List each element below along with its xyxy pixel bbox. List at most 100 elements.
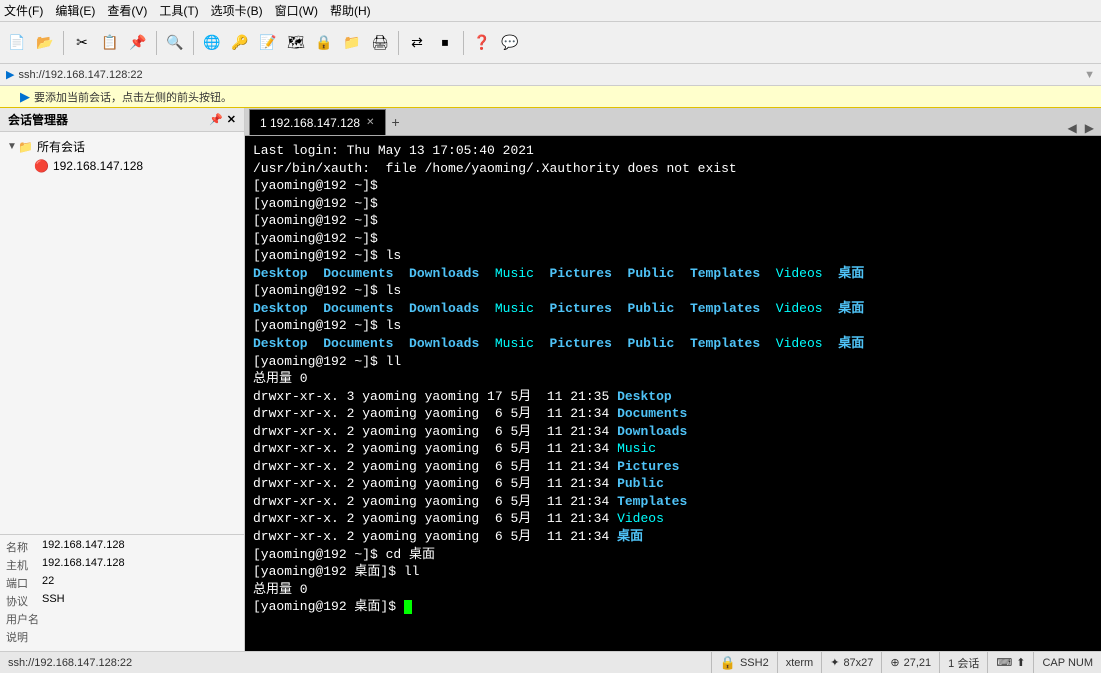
tab-label: 1 192.168.147.128 — [260, 116, 360, 130]
prop-name: 名称 192.168.147.128 — [6, 539, 238, 555]
menu-help[interactable]: 帮助(H) — [330, 2, 371, 19]
file-btn[interactable]: 📁 — [339, 30, 365, 56]
sidebar-pin-icon[interactable]: 📌 — [209, 113, 223, 126]
main-area: 会话管理器 📌 ✕ ▼ 📁 所有会话 🔴 192.168.147.128 名称 … — [0, 108, 1101, 651]
status-addr: ssh://192.168.147.128:22 — [0, 657, 711, 669]
tree-child-label: 192.168.147.128 — [53, 159, 143, 173]
tab-nav: ◀ ▶ — [1065, 121, 1101, 135]
term-ls1: Desktop Documents Downloads Music Pictur… — [253, 265, 1093, 283]
tree-root[interactable]: ▼ 📁 所有会话 — [2, 136, 242, 157]
prop-host-value: 192.168.147.128 — [42, 557, 125, 573]
new-btn[interactable]: 📄 — [4, 30, 30, 56]
tab-add-btn[interactable]: + — [386, 109, 406, 135]
status-keys: ⌨ ⬆ — [987, 652, 1033, 673]
term-line-6: [yaoming@192 ~]$ — [253, 230, 1093, 248]
sep1 — [63, 31, 64, 55]
cols-label: ✦ — [830, 656, 839, 669]
toolbar: 📄 📂 ✂ 📋 📌 🔍 🌐 🔑 📝 🗺 🔒 📁 🖨 ⇄ ⏹ ❓ 💬 — [0, 22, 1101, 64]
prop-name-value: 192.168.147.128 — [42, 539, 125, 555]
term-line-7: [yaoming@192 ~]$ ls — [253, 247, 1093, 265]
sidebar: 会话管理器 📌 ✕ ▼ 📁 所有会话 🔴 192.168.147.128 名称 … — [0, 108, 245, 651]
tab-nav-left[interactable]: ◀ — [1065, 121, 1080, 135]
terminal[interactable]: Last login: Thu May 13 17:05:40 2021 /us… — [245, 136, 1101, 651]
chat-btn[interactable]: 💬 — [497, 30, 523, 56]
script-btn[interactable]: 📝 — [255, 30, 281, 56]
sep3 — [193, 31, 194, 55]
cut-btn[interactable]: ✂ — [69, 30, 95, 56]
term-line-1: Last login: Thu May 13 17:05:40 2021 — [253, 142, 1093, 160]
session-tree: ▼ 📁 所有会话 🔴 192.168.147.128 — [0, 132, 244, 534]
tab-close-btn[interactable]: ✕ — [366, 117, 374, 128]
print-btn[interactable]: 🖨 — [367, 30, 393, 56]
term-line-2: /usr/bin/xauth: file /home/yaoming/.Xaut… — [253, 160, 1093, 178]
address-icon: ▶ — [6, 68, 14, 81]
menubar: 文件(F) 编辑(E) 查看(V) 工具(T) 选项卡(B) 窗口(W) 帮助(… — [0, 0, 1101, 22]
tree-session-item[interactable]: 🔴 192.168.147.128 — [2, 157, 242, 175]
term-ll2-prompt: [yaoming@192 桌面]$ ll — [253, 563, 1093, 581]
cap-value: CAP NUM — [1042, 657, 1093, 669]
term-ll-4: drwxr-xr-x. 2 yaoming yaoming 6 5月 11 21… — [253, 440, 1093, 458]
sidebar-header-icons: 📌 ✕ — [209, 113, 236, 126]
paste-btn[interactable]: 📌 — [125, 30, 151, 56]
prop-protocol-value: SSH — [42, 593, 65, 609]
help-btn[interactable]: ❓ — [469, 30, 495, 56]
menu-tabs[interactable]: 选项卡(B) — [211, 2, 263, 19]
sep2 — [156, 31, 157, 55]
term-ls3: Desktop Documents Downloads Music Pictur… — [253, 335, 1093, 353]
address-dropdown[interactable]: ▼ — [1084, 69, 1095, 81]
copy-btn[interactable]: 📋 — [97, 30, 123, 56]
tab-nav-right[interactable]: ▶ — [1082, 121, 1097, 135]
key-btn[interactable]: 🔑 — [227, 30, 253, 56]
term-final: [yaoming@192 桌面]$ — [253, 598, 1093, 616]
stop-btn[interactable]: ⏹ — [432, 30, 458, 56]
session-props: 名称 192.168.147.128 主机 192.168.147.128 端口… — [0, 534, 244, 651]
open-btn[interactable]: 📂 — [32, 30, 58, 56]
map-btn[interactable]: 🗺 — [283, 30, 309, 56]
connect-btn[interactable]: 🌐 — [199, 30, 225, 56]
prop-protocol: 协议 SSH — [6, 593, 238, 609]
sidebar-header: 会话管理器 📌 ✕ — [0, 108, 244, 132]
term-label: xterm — [786, 657, 814, 669]
statusbar: ssh://192.168.147.128:22 🔒 SSH2 xterm ✦ … — [0, 651, 1101, 673]
sidebar-title: 会话管理器 — [8, 111, 68, 128]
term-line-3: [yaoming@192 ~]$ — [253, 177, 1093, 195]
sidebar-close-icon[interactable]: ✕ — [227, 113, 236, 126]
menu-view[interactable]: 查看(V) — [107, 2, 147, 19]
sep5 — [463, 31, 464, 55]
terminal-container: 1 192.168.147.128 ✕ + ◀ ▶ Last login: Th… — [245, 108, 1101, 651]
term-total2: 总用量 0 — [253, 581, 1093, 599]
prop-username-label: 用户名 — [6, 611, 42, 627]
prop-name-label: 名称 — [6, 539, 42, 555]
term-ll-3: drwxr-xr-x. 2 yaoming yaoming 6 5月 11 21… — [253, 423, 1093, 441]
term-ll-6: drwxr-xr-x. 2 yaoming yaoming 6 5月 11 21… — [253, 475, 1093, 493]
prop-desc-label: 说明 — [6, 629, 42, 645]
term-line-9: [yaoming@192 ~]$ ls — [253, 317, 1093, 335]
addressbar: ▶ ssh://192.168.147.128:22 ▼ — [0, 64, 1101, 86]
term-ll-1: drwxr-xr-x. 3 yaoming yaoming 17 5月 11 2… — [253, 388, 1093, 406]
term-ll-8: drwxr-xr-x. 2 yaoming yaoming 6 5月 11 21… — [253, 510, 1093, 528]
tab-bar: 1 192.168.147.128 ✕ + ◀ ▶ — [245, 108, 1101, 136]
menu-tools[interactable]: 工具(T) — [159, 2, 198, 19]
menu-window[interactable]: 窗口(W) — [275, 2, 318, 19]
term-ll-9: drwxr-xr-x. 2 yaoming yaoming 6 5月 11 21… — [253, 528, 1093, 546]
status-sessions: 1 会话 — [939, 652, 987, 673]
sidebar-resize-handle[interactable] — [240, 108, 244, 651]
find-btn[interactable]: 🔍 — [162, 30, 188, 56]
menu-edit[interactable]: 编辑(E) — [55, 2, 95, 19]
tab-add-icon: + — [392, 114, 400, 130]
info-icon: ▶ — [20, 89, 30, 105]
sessions-value: 1 会话 — [948, 655, 979, 671]
infobar-text: 要添加当前会话，点击左侧的前头按钮。 — [34, 89, 232, 105]
tab-session[interactable]: 1 192.168.147.128 ✕ — [249, 109, 386, 135]
term-total: 总用量 0 — [253, 370, 1093, 388]
address-text: ssh://192.168.147.128:22 — [18, 69, 142, 81]
tree-session-icon: 🔴 — [34, 159, 49, 173]
prop-username: 用户名 — [6, 611, 238, 627]
status-ssh: 🔒 SSH2 — [711, 652, 777, 673]
arrows-btn[interactable]: ⇄ — [404, 30, 430, 56]
menu-file[interactable]: 文件(F) — [4, 2, 43, 19]
tree-toggle-root: ▼ — [6, 141, 18, 152]
lock-btn[interactable]: 🔒 — [311, 30, 337, 56]
term-line-8: [yaoming@192 ~]$ ls — [253, 282, 1093, 300]
ssh-label: SSH2 — [740, 657, 769, 669]
